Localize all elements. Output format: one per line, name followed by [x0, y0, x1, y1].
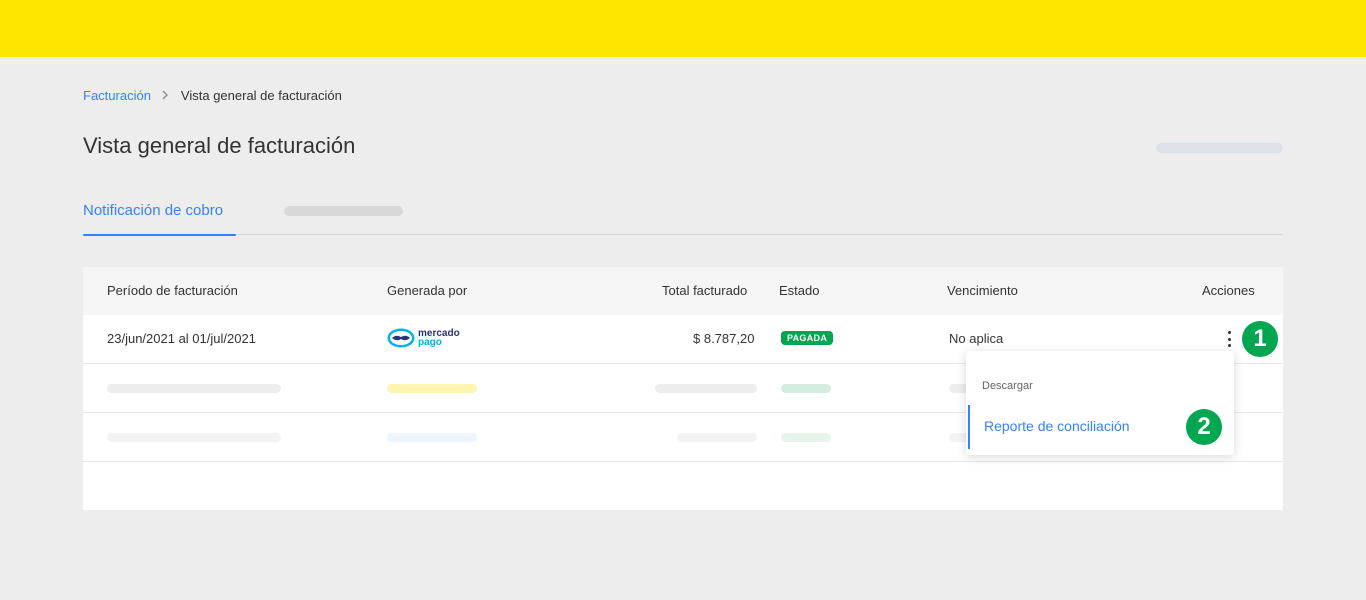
header-periodo: Período de facturación: [107, 283, 238, 298]
tab-active-indicator: [83, 234, 236, 236]
skeleton-line: [107, 433, 281, 442]
skeleton-line: [107, 384, 281, 393]
generated-by: mercado pago: [387, 328, 460, 348]
dropdown-header: Descargar: [982, 380, 1033, 392]
header-estado: Estado: [779, 283, 820, 298]
breadcrumb-current: Vista general de facturación: [180, 87, 342, 103]
step-1-marker: 1: [1242, 321, 1278, 357]
skeleton-line: [781, 433, 831, 442]
table-header: Período de facturación Generada por Tota…: [83, 267, 1283, 315]
breadcrumb: Facturación Vista general de facturación: [83, 87, 342, 103]
header-total-facturado: Total facturado: [662, 283, 748, 298]
header-generada-por: Generada por: [387, 283, 468, 298]
chevron-right-icon: [161, 87, 171, 103]
skeleton-line: [781, 384, 831, 393]
tab-bar: Notificación de cobro: [83, 200, 1283, 236]
skeleton-line: [387, 384, 477, 393]
more-vertical-icon[interactable]: [1223, 329, 1235, 349]
header-acciones: Acciones: [1202, 283, 1255, 298]
skeleton-line: [387, 433, 477, 442]
header-vencimiento: Vencimiento: [947, 283, 1018, 298]
mercado-pago-wordmark: mercado pago: [418, 328, 460, 348]
header-action-placeholder: [1156, 143, 1283, 153]
top-header-bar: [0, 0, 1366, 57]
tab-label: Notificación de cobro: [83, 202, 224, 219]
mercado-pago-logo-icon: [387, 328, 415, 348]
skeleton-line: [677, 433, 757, 442]
row-total: $ 8.787,20: [693, 331, 755, 346]
tab-placeholder: [284, 206, 403, 216]
status-badge: PAGADA: [781, 331, 834, 345]
breadcrumb-link-facturacion[interactable]: Facturación: [83, 88, 151, 103]
reporte-de-conciliacion-menu-item[interactable]: Reporte de conciliación: [968, 405, 1168, 449]
page-title: Vista general de facturación: [83, 133, 356, 158]
row-period: 23/jun/2021 al 01/jul/2021: [107, 331, 256, 346]
tab-notificacion-de-cobro[interactable]: Notificación de cobro: [83, 200, 236, 236]
row-due: No aplica: [949, 331, 1004, 346]
skeleton-line: [655, 384, 757, 393]
step-2-marker: 2: [1186, 409, 1222, 445]
